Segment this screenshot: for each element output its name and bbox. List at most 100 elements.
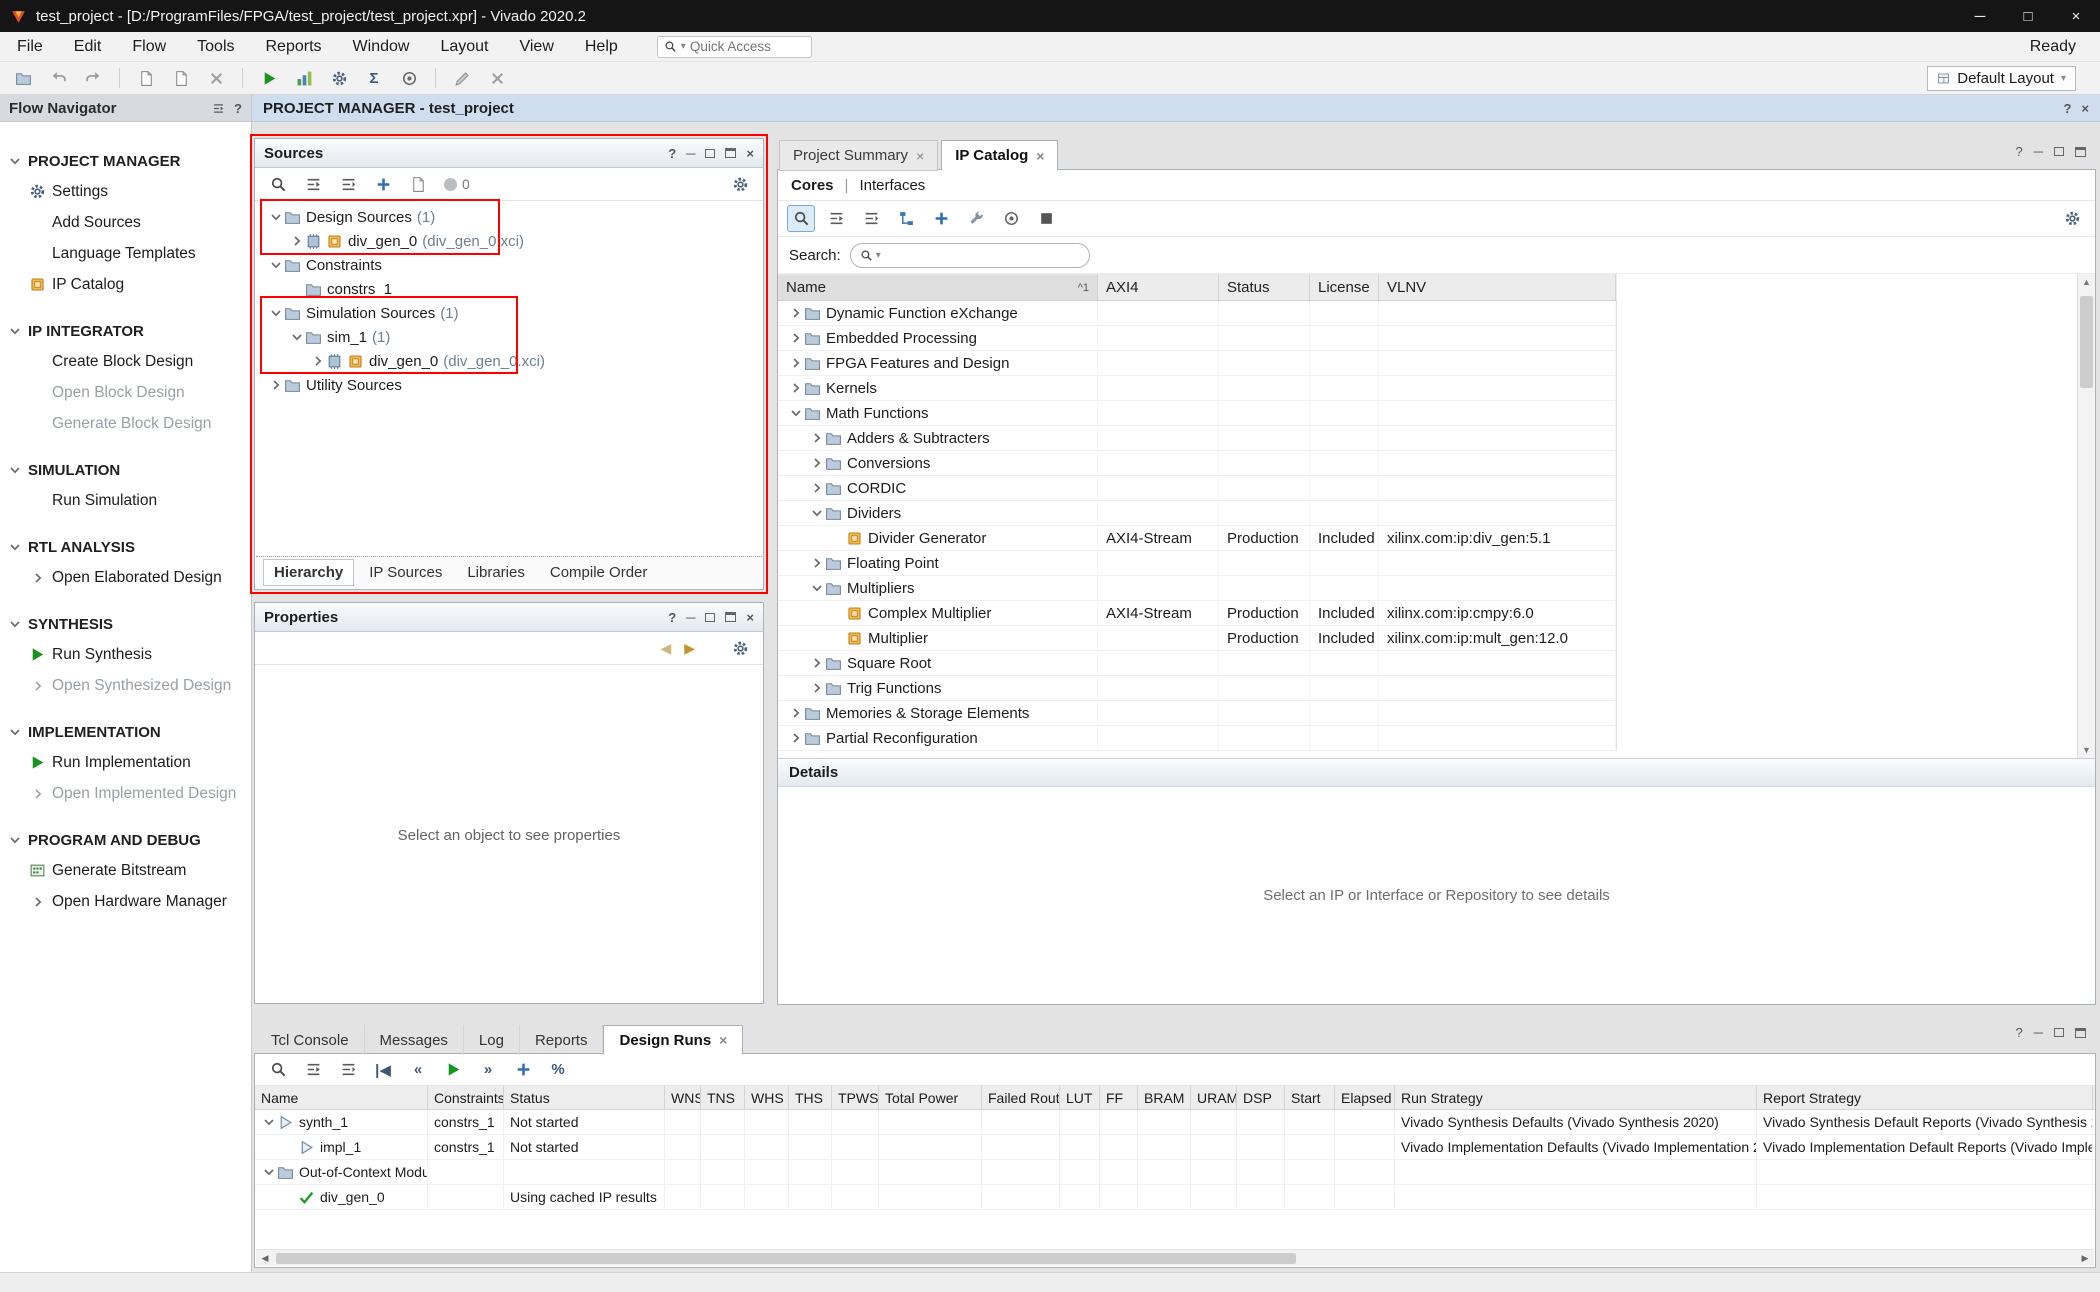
menu-file[interactable]: File xyxy=(6,35,54,59)
design-run-row-synth-1[interactable]: synth_1constrs_1Not startedVivado Synthe… xyxy=(255,1110,2095,1135)
flow-steps-icon[interactable] xyxy=(291,66,317,91)
sources-tab-compile-order[interactable]: Compile Order xyxy=(540,560,658,585)
column-header-dsp[interactable]: DSP xyxy=(1237,1086,1285,1109)
hierarchy-view-icon[interactable] xyxy=(893,206,919,231)
expander-icon[interactable] xyxy=(291,331,303,343)
expander-icon[interactable] xyxy=(9,618,21,630)
close-icon[interactable]: × xyxy=(746,611,754,624)
ipcatalog-row-multipliers[interactable]: Multipliers xyxy=(778,576,1616,601)
flownav-item-generate-block-design[interactable]: Generate Block Design xyxy=(0,408,251,439)
main-tab-project-summary[interactable]: Project Summary× xyxy=(779,140,938,171)
flownav-header-rtl-analysis[interactable]: RTL ANALYSIS xyxy=(0,532,251,562)
expander-icon[interactable] xyxy=(790,307,802,319)
bottom-tab-messages[interactable]: Messages xyxy=(365,1025,464,1055)
expander-icon[interactable] xyxy=(790,382,802,394)
ipcatalog-row-dividers[interactable]: Dividers xyxy=(778,501,1616,526)
expander-icon[interactable] xyxy=(9,155,21,167)
help-icon[interactable]: ? xyxy=(668,611,676,624)
menu-layout[interactable]: Layout xyxy=(429,35,499,59)
launch-runs-icon[interactable] xyxy=(440,1057,466,1082)
bottom-tab-reports[interactable]: Reports xyxy=(520,1025,604,1055)
expander-icon[interactable] xyxy=(811,582,823,594)
expander-icon[interactable] xyxy=(790,332,802,344)
collapse-all-icon[interactable] xyxy=(823,206,849,231)
flownav-header-implementation[interactable]: IMPLEMENTATION xyxy=(0,717,251,747)
open-file-icon[interactable] xyxy=(10,66,36,91)
expander-icon[interactable] xyxy=(811,507,823,519)
minimize-button[interactable]: ─ xyxy=(1956,0,2004,32)
cancel-icon[interactable] xyxy=(484,66,510,91)
column-header-start[interactable]: Start xyxy=(1285,1086,1335,1109)
quick-access-search[interactable]: ▾ xyxy=(657,36,812,58)
ipcatalog-row-divider-generator[interactable]: Divider GeneratorAXI4-StreamProductionIn… xyxy=(778,526,1616,551)
horizontal-scrollbar[interactable]: ◀ ▶ xyxy=(256,1249,2094,1266)
minimize-panel-icon[interactable]: ─ xyxy=(686,611,695,624)
flownav-item-generate-bitstream[interactable]: Generate Bitstream xyxy=(0,855,251,886)
expander-icon[interactable] xyxy=(811,657,823,669)
ipcatalog-subtab-interfaces[interactable]: Interfaces xyxy=(859,177,925,194)
ip-search-box[interactable]: ▾ xyxy=(850,243,1090,268)
search-icon[interactable] xyxy=(788,206,814,231)
collapse-all-icon[interactable] xyxy=(300,1057,326,1082)
ipcatalog-row-multiplier[interactable]: MultiplierProductionIncludedxilinx.com:i… xyxy=(778,626,1616,651)
source-tree-item-div-gen-0[interactable]: div_gen_0(div_gen_0.xci) xyxy=(256,349,762,373)
column-header-license[interactable]: License xyxy=(1310,275,1379,300)
expander-icon[interactable] xyxy=(811,457,823,469)
column-header-run-strategy[interactable]: Run Strategy xyxy=(1395,1086,1757,1109)
column-header-constraints[interactable]: Constraints xyxy=(428,1086,504,1109)
close-icon[interactable]: × xyxy=(719,1032,727,1048)
ipcatalog-row-complex-multiplier[interactable]: Complex MultiplierAXI4-StreamProductionI… xyxy=(778,601,1616,626)
column-header-status[interactable]: Status xyxy=(1219,275,1310,300)
sources-tab-ip-sources[interactable]: IP Sources xyxy=(359,560,452,585)
flownav-item-run-synthesis[interactable]: Run Synthesis xyxy=(0,639,251,670)
column-header-axi4[interactable]: AXI4 xyxy=(1098,275,1219,300)
close-button[interactable]: × xyxy=(2052,0,2100,32)
expander-icon[interactable] xyxy=(790,357,802,369)
ipcatalog-row-floating-point[interactable]: Floating Point xyxy=(778,551,1616,576)
menu-flow[interactable]: Flow xyxy=(121,35,177,59)
expander-icon[interactable] xyxy=(9,541,21,553)
expander-icon[interactable] xyxy=(312,355,324,367)
column-header-status[interactable]: Status xyxy=(504,1086,665,1109)
settings-gear-icon[interactable] xyxy=(727,636,753,661)
search-icon[interactable] xyxy=(265,1057,291,1082)
ipcatalog-row-dynamic-function-exchange[interactable]: Dynamic Function eXchange xyxy=(778,301,1616,326)
expander-icon[interactable] xyxy=(811,682,823,694)
ipcatalog-row-adders-subtracters[interactable]: Adders & Subtracters xyxy=(778,426,1616,451)
close-icon[interactable]: × xyxy=(916,148,924,164)
delete-icon[interactable] xyxy=(203,66,229,91)
timing-icon[interactable] xyxy=(396,66,422,91)
flownav-item-open-implemented-design[interactable]: Open Implemented Design xyxy=(0,778,251,809)
expander-icon[interactable] xyxy=(790,732,802,744)
source-tree-item-sim-1[interactable]: sim_1(1) xyxy=(256,325,762,349)
column-header-name[interactable]: Name^1 xyxy=(778,275,1098,300)
menu-window[interactable]: Window xyxy=(342,35,421,59)
expand-all-icon[interactable] xyxy=(335,172,361,197)
column-header-whs[interactable]: WHS xyxy=(745,1086,789,1109)
layout-selector[interactable]: Default Layout ▾ xyxy=(1927,66,2076,91)
expander-icon[interactable] xyxy=(32,896,44,908)
expander-icon[interactable] xyxy=(32,788,44,800)
flownav-item-language-templates[interactable]: Language Templates xyxy=(0,238,251,269)
column-header-elapsed[interactable]: Elapsed xyxy=(1335,1086,1395,1109)
expander-icon[interactable] xyxy=(790,407,802,419)
flownav-item-open-block-design[interactable]: Open Block Design xyxy=(0,377,251,408)
column-header-total-power[interactable]: Total Power xyxy=(879,1086,982,1109)
column-header-ths[interactable]: THS xyxy=(789,1086,832,1109)
source-tree-item-utility-sources[interactable]: Utility Sources xyxy=(256,373,762,397)
customize-ip-icon[interactable] xyxy=(963,206,989,231)
ipcatalog-row-cordic[interactable]: CORDIC xyxy=(778,476,1616,501)
expander-icon[interactable] xyxy=(270,307,282,319)
ip-search-input[interactable] xyxy=(884,247,1080,263)
minimize-panel-icon[interactable]: ─ xyxy=(2034,145,2043,158)
settings-gear-icon[interactable] xyxy=(326,66,352,91)
menu-help[interactable]: Help xyxy=(574,35,629,59)
open-file-icon[interactable] xyxy=(405,172,431,197)
expand-all-icon[interactable] xyxy=(858,206,884,231)
source-tree-item-constrs-1[interactable]: constrs_1 xyxy=(256,277,762,301)
strategy-percent-icon[interactable]: % xyxy=(545,1057,571,1082)
menu-reports[interactable]: Reports xyxy=(255,35,333,59)
help-icon[interactable]: ? xyxy=(234,102,242,115)
rewind-icon[interactable]: « xyxy=(405,1057,431,1082)
expander-icon[interactable] xyxy=(790,707,802,719)
